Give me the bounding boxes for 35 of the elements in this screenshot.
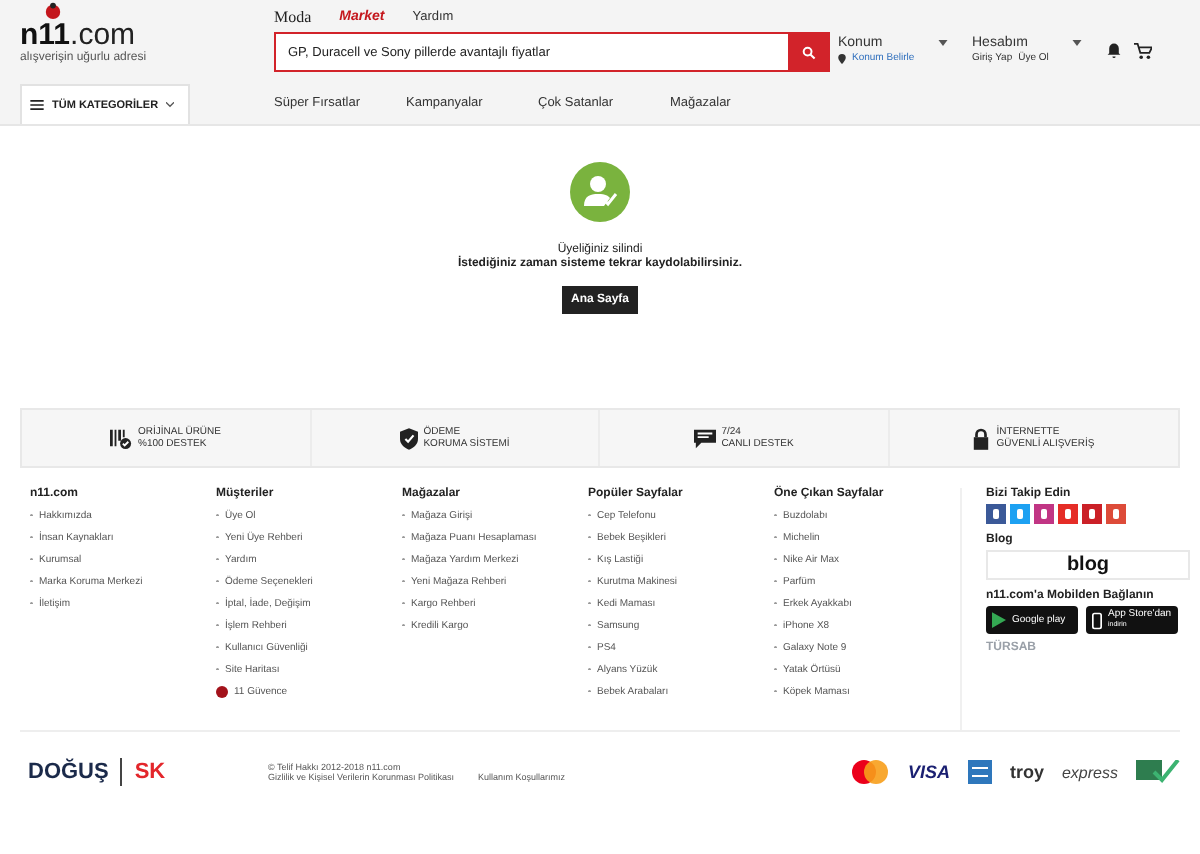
brand-logo: SK	[134, 760, 166, 784]
chat-icon	[693, 427, 716, 449]
pin-icon	[838, 53, 846, 63]
social-icon[interactable]	[1034, 504, 1054, 524]
logo[interactable]: n11.com	[20, 20, 136, 50]
card-logo	[967, 760, 992, 784]
social-icon[interactable]	[1106, 504, 1126, 524]
card-logo: VISA	[907, 762, 950, 782]
badge-icon	[216, 685, 228, 697]
brand-logo: DOĞUŞ	[28, 760, 109, 784]
ladybug-icon	[44, 2, 62, 20]
search-icon	[801, 45, 815, 59]
card-logo	[849, 760, 890, 784]
top-link[interactable]: Moda	[274, 7, 312, 25]
social-icon[interactable]	[986, 504, 1006, 524]
caret-icon	[166, 102, 175, 108]
shield-check-icon	[399, 427, 418, 449]
barcode-icon	[110, 427, 132, 449]
phone-icon	[1092, 611, 1102, 629]
bell-icon[interactable]	[1106, 42, 1122, 58]
user-check-icon	[570, 162, 630, 222]
caret-icon	[1072, 39, 1082, 45]
cart-icon[interactable]	[1134, 41, 1152, 59]
social-icon[interactable]	[1010, 504, 1030, 524]
lock-icon	[972, 427, 991, 449]
play-icon	[992, 612, 1006, 628]
search-button[interactable]	[788, 34, 828, 70]
social-icon[interactable]	[1058, 504, 1078, 524]
menu-icon	[30, 100, 44, 110]
card-logo: troy	[1009, 762, 1044, 782]
check-logo-icon	[1136, 760, 1180, 784]
card-logo: express	[1061, 763, 1118, 781]
social-icon[interactable]	[1082, 504, 1102, 524]
blog-banner[interactable]: blog	[986, 550, 1190, 580]
caret-icon	[938, 39, 948, 45]
